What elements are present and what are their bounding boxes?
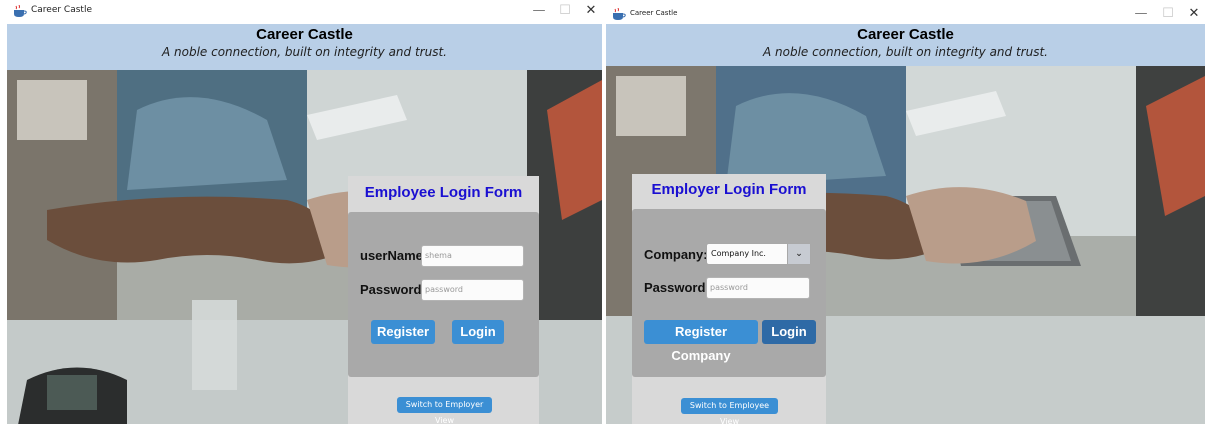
- login-form: userName: shema Password: password Regis…: [348, 212, 539, 377]
- app-header: Career Castle A noble connection, built …: [7, 24, 602, 70]
- employer-login-window: Career Castle — ☐ ✕ Career Castle A nobl…: [606, 6, 1205, 424]
- login-panel: Employee Login Form userName: shema Pass…: [348, 176, 539, 424]
- company-select[interactable]: Company Inc. ⌄: [706, 243, 811, 265]
- maximize-button[interactable]: ☐: [1158, 6, 1178, 22]
- coffee-cup-icon: [613, 8, 626, 20]
- password-input[interactable]: password: [706, 277, 810, 299]
- app-title: Career Castle: [857, 26, 954, 43]
- app-tagline: A noble connection, built on integrity a…: [162, 45, 447, 59]
- form-title: Employer Login Form: [651, 181, 807, 198]
- username-input[interactable]: shema: [421, 245, 524, 267]
- company-label: Company:: [644, 247, 708, 262]
- coffee-cup-icon: [14, 5, 27, 17]
- window-title: Career Castle: [31, 5, 92, 15]
- title-bar: Career Castle — ☐ ✕: [7, 0, 602, 25]
- app-tagline: A noble connection, built on integrity a…: [763, 45, 1048, 59]
- app-title: Career Castle: [256, 26, 353, 43]
- minimize-button[interactable]: —: [1131, 6, 1151, 22]
- app-header: Career Castle A noble connection, built …: [606, 24, 1205, 66]
- title-bar: Career Castle — ☐ ✕: [606, 6, 1205, 25]
- window-title: Career Castle: [630, 9, 678, 17]
- password-input[interactable]: password: [421, 279, 524, 301]
- employee-login-window: Career Castle — ☐ ✕ Career Castle A nobl…: [7, 0, 602, 424]
- login-panel: Employer Login Form Company: Company Inc…: [632, 174, 826, 424]
- username-label: userName:: [360, 248, 428, 263]
- switch-to-employee-button[interactable]: Switch to Employee View: [681, 398, 778, 424]
- chevron-down-icon[interactable]: ⌄: [787, 244, 810, 264]
- minimize-button[interactable]: —: [529, 3, 549, 19]
- close-button[interactable]: ✕: [1184, 6, 1204, 22]
- register-button[interactable]: Register: [371, 320, 435, 344]
- register-company-button[interactable]: Register Company: [644, 320, 758, 363]
- password-label: Password:: [644, 280, 710, 295]
- login-form: Company: Company Inc. ⌄ Password: passwo…: [632, 209, 826, 377]
- close-button[interactable]: ✕: [581, 3, 601, 19]
- password-label: Password:: [360, 282, 426, 297]
- login-button[interactable]: Login: [762, 320, 816, 344]
- switch-to-employer-button[interactable]: Switch to Employer View: [397, 397, 492, 424]
- company-select-value: Company Inc.: [711, 249, 766, 258]
- maximize-button[interactable]: ☐: [555, 3, 575, 19]
- login-button[interactable]: Login: [452, 320, 504, 344]
- form-title: Employee Login Form: [364, 184, 523, 201]
